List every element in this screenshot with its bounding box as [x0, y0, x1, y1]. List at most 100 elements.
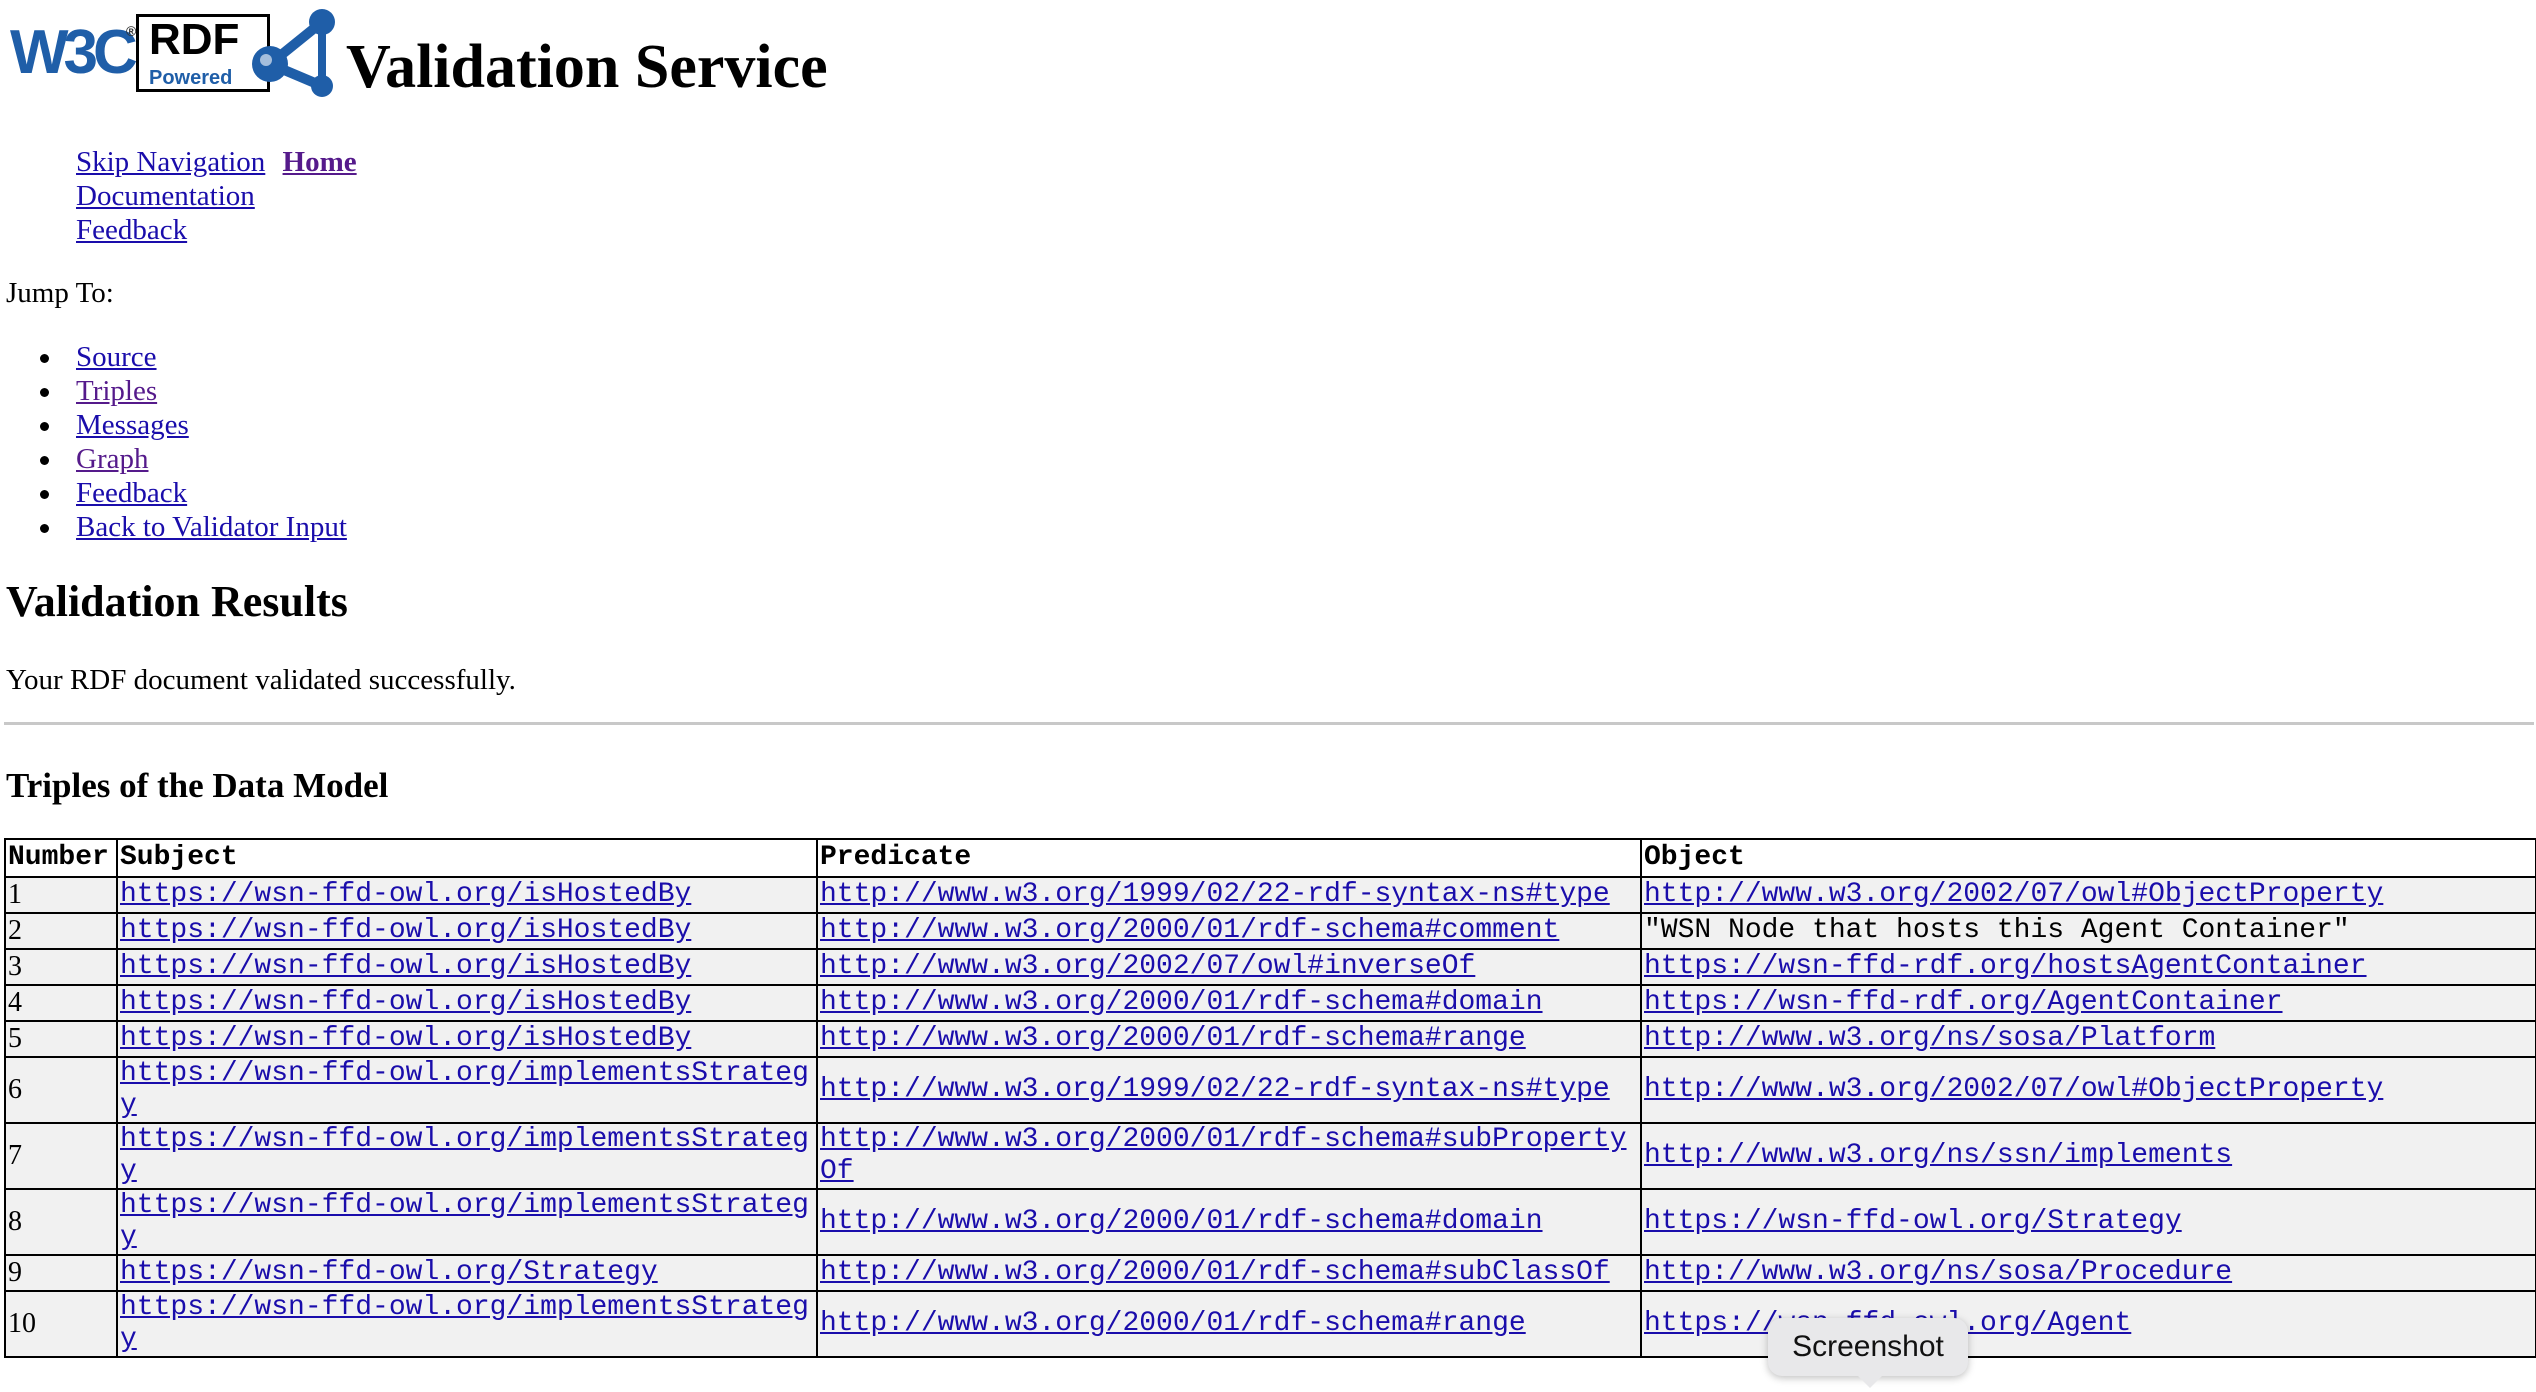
triple-predicate-link[interactable]: http://www.w3.org/2000/01/rdf-schema#dom… — [820, 1206, 1543, 1237]
triple-object-link[interactable]: http://www.w3.org/ns/sosa/Platform — [1644, 1023, 2215, 1054]
list-item: Back to Validator Input — [40, 510, 347, 544]
triple-predicate-link[interactable]: http://www.w3.org/2000/01/rdf-schema#ran… — [820, 1023, 1526, 1054]
triple-subject-link[interactable]: https://wsn-ffd-owl.org/isHostedBy — [120, 1023, 691, 1054]
triple-predicate-cell: http://www.w3.org/2000/01/rdf-schema#sub… — [816, 1254, 1642, 1292]
triple-number: 5 — [4, 1020, 118, 1058]
triple-object-cell: https://wsn-ffd-rdf.org/AgentContainer — [1640, 984, 2536, 1022]
column-header-object: Object — [1640, 838, 2536, 878]
triple-predicate-link[interactable]: http://www.w3.org/2000/01/rdf-schema#sub… — [820, 1257, 1610, 1288]
triple-subject-cell: https://wsn-ffd-owl.org/implementsStrate… — [116, 1056, 818, 1124]
triple-object-cell: https://wsn-ffd-rdf.org/hostsAgentContai… — [1640, 948, 2536, 986]
registered-mark: ® — [126, 23, 137, 39]
triple-object-link[interactable]: http://www.w3.org/2002/07/owl#ObjectProp… — [1644, 1074, 2383, 1105]
triple-object-cell: http://www.w3.org/ns/sosa/Procedure — [1640, 1254, 2536, 1292]
feedback-nav-link[interactable]: Feedback — [76, 213, 357, 247]
triple-object-cell: http://www.w3.org/ns/sosa/Platform — [1640, 1020, 2536, 1058]
triple-predicate-link[interactable]: http://www.w3.org/2000/01/rdf-schema#com… — [820, 915, 1559, 946]
jump-triples-link[interactable]: Triples — [76, 375, 157, 407]
triple-object-cell: http://www.w3.org/2002/07/owl#ObjectProp… — [1640, 876, 2536, 914]
triple-subject-cell: https://wsn-ffd-owl.org/implementsStrate… — [116, 1290, 818, 1358]
triple-number: 8 — [4, 1188, 118, 1256]
triple-predicate-cell: http://www.w3.org/2000/01/rdf-schema#dom… — [816, 984, 1642, 1022]
validation-success-message: Your RDF document validated successfully… — [6, 664, 516, 696]
triple-number: 10 — [4, 1290, 118, 1358]
column-header-predicate: Predicate — [816, 838, 1642, 878]
table-row: 10 https://wsn-ffd-owl.org/implementsStra… — [4, 1290, 2536, 1358]
list-item: Source — [40, 340, 347, 374]
triple-predicate-cell: http://www.w3.org/1999/02/22-rdf-syntax-… — [816, 1056, 1642, 1124]
table-row: 2 https://wsn-ffd-owl.org/isHostedBy http:… — [4, 912, 2536, 950]
triple-object-link[interactable]: https://wsn-ffd-rdf.org/AgentContainer — [1644, 987, 2283, 1018]
triple-subject-link[interactable]: https://wsn-ffd-owl.org/implementsStrate… — [120, 1191, 809, 1253]
triple-object-link[interactable]: http://www.w3.org/2002/07/owl#ObjectProp… — [1644, 879, 2383, 910]
triple-predicate-link[interactable]: http://www.w3.org/2002/07/owl#inverseOf — [820, 951, 1475, 982]
skip-navigation-link[interactable]: Skip Navigation — [76, 146, 265, 178]
triple-predicate-cell: http://www.w3.org/2000/01/rdf-schema#sub… — [816, 1122, 1642, 1190]
rdf-badge-text: RDF — [149, 15, 240, 64]
triple-predicate-link[interactable]: http://www.w3.org/1999/02/22-rdf-syntax-… — [820, 1074, 1610, 1105]
triple-subject-cell: https://wsn-ffd-owl.org/isHostedBy — [116, 912, 818, 950]
triple-subject-link[interactable]: https://wsn-ffd-owl.org/isHostedBy — [120, 951, 691, 982]
page-title: Validation Service — [346, 33, 828, 101]
jump-feedback-link[interactable]: Feedback — [76, 477, 187, 509]
triple-object-cell: https://wsn-ffd-owl.org/Strategy — [1640, 1188, 2536, 1256]
triple-number: 9 — [4, 1254, 118, 1292]
triple-predicate-cell: http://www.w3.org/2000/01/rdf-schema#com… — [816, 912, 1642, 950]
triple-object-cell: http://www.w3.org/ns/ssn/implements — [1640, 1122, 2536, 1190]
triple-subject-cell: https://wsn-ffd-owl.org/implementsStrate… — [116, 1188, 818, 1256]
table-row: 5 https://wsn-ffd-owl.org/isHostedBy http:… — [4, 1020, 2536, 1058]
triple-subject-link[interactable]: https://wsn-ffd-owl.org/isHostedBy — [120, 879, 691, 910]
jump-to-list: Source Triples Messages Graph Feedback B… — [40, 340, 347, 544]
list-item: Messages — [40, 408, 347, 442]
triple-object-link[interactable]: https://wsn-ffd-owl.org/Strategy — [1644, 1206, 2182, 1237]
table-row: 6 https://wsn-ffd-owl.org/implementsStrat… — [4, 1056, 2536, 1124]
back-to-validator-input-link[interactable]: Back to Validator Input — [76, 511, 347, 543]
jump-source-link[interactable]: Source — [76, 341, 157, 373]
triple-subject-cell: https://wsn-ffd-owl.org/Strategy — [116, 1254, 818, 1292]
table-row: 1 https://wsn-ffd-owl.org/isHostedBy http:… — [4, 876, 2536, 914]
divider — [4, 722, 2534, 725]
triple-subject-link[interactable]: https://wsn-ffd-owl.org/isHostedBy — [120, 987, 691, 1018]
triple-subject-link[interactable]: https://wsn-ffd-owl.org/implementsStrate… — [120, 1125, 809, 1187]
triple-predicate-link[interactable]: http://www.w3.org/1999/02/22-rdf-syntax-… — [820, 879, 1610, 910]
triple-object-literal: "WSN Node that hosts this Agent Containe… — [1640, 912, 2536, 950]
jump-messages-link[interactable]: Messages — [76, 409, 189, 441]
triple-predicate-cell: http://www.w3.org/2000/01/rdf-schema#ran… — [816, 1020, 1642, 1058]
powered-text: Powered — [149, 67, 233, 89]
table-row: 4 https://wsn-ffd-owl.org/isHostedBy http:… — [4, 984, 2536, 1022]
triple-subject-cell: https://wsn-ffd-owl.org/implementsStrate… — [116, 1122, 818, 1190]
documentation-link[interactable]: Documentation — [76, 179, 357, 213]
jump-graph-link[interactable]: Graph — [76, 443, 148, 475]
triple-predicate-cell: http://www.w3.org/2000/01/rdf-schema#dom… — [816, 1188, 1642, 1256]
table-row: 3 https://wsn-ffd-owl.org/isHostedBy http:… — [4, 948, 2536, 986]
column-header-subject: Subject — [116, 838, 818, 878]
triples-table-body: 1 https://wsn-ffd-owl.org/isHostedBy http:… — [4, 876, 2536, 1358]
triple-number: 1 — [4, 876, 118, 914]
validation-results-heading: Validation Results — [6, 577, 348, 626]
list-item: Graph — [40, 442, 347, 476]
triple-predicate-cell: http://www.w3.org/1999/02/22-rdf-syntax-… — [816, 876, 1642, 914]
triple-predicate-link[interactable]: http://www.w3.org/2000/01/rdf-schema#ran… — [820, 1308, 1526, 1339]
triple-predicate-link[interactable]: http://www.w3.org/2000/01/rdf-schema#dom… — [820, 987, 1543, 1018]
table-header-row: Number Subject Predicate Object — [4, 838, 2536, 878]
triple-predicate-cell: http://www.w3.org/2000/01/rdf-schema#ran… — [816, 1290, 1642, 1358]
page-header: W3C ® RDF Powered Validation Service — [6, 6, 906, 106]
triple-subject-cell: https://wsn-ffd-owl.org/isHostedBy — [116, 948, 818, 986]
triple-object-link[interactable]: http://www.w3.org/ns/sosa/Procedure — [1644, 1257, 2232, 1288]
triple-number: 3 — [4, 948, 118, 986]
triple-predicate-link[interactable]: http://www.w3.org/2000/01/rdf-schema#sub… — [820, 1125, 1627, 1187]
triple-subject-link[interactable]: https://wsn-ffd-owl.org/implementsStrate… — [120, 1059, 809, 1121]
screenshot-tooltip: Screenshot — [1768, 1318, 1968, 1388]
triple-number: 6 — [4, 1056, 118, 1124]
home-link[interactable]: Home — [283, 146, 357, 178]
nav-row-first: Skip Navigation Home — [76, 145, 357, 179]
triple-predicate-cell: http://www.w3.org/2002/07/owl#inverseOf — [816, 948, 1642, 986]
triples-table: Number Subject Predicate Object 1 https:/… — [4, 838, 2536, 1358]
triple-subject-link[interactable]: https://wsn-ffd-owl.org/isHostedBy — [120, 915, 691, 946]
triple-subject-link[interactable]: https://wsn-ffd-owl.org/implementsStrate… — [120, 1293, 809, 1355]
w3c-logo[interactable]: W3C ® — [10, 18, 138, 88]
list-item: Feedback — [40, 476, 347, 510]
triple-object-link[interactable]: http://www.w3.org/ns/ssn/implements — [1644, 1140, 2232, 1171]
triple-object-link[interactable]: https://wsn-ffd-rdf.org/hostsAgentContai… — [1644, 951, 2367, 982]
triple-subject-link[interactable]: https://wsn-ffd-owl.org/Strategy — [120, 1257, 658, 1288]
